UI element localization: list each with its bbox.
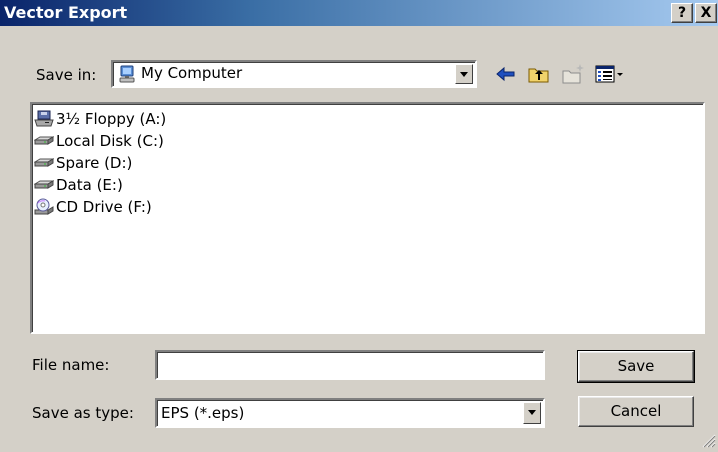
cancel-button[interactable]: Cancel [578,396,694,427]
computer-icon [118,65,136,83]
file-name-field[interactable] [155,350,545,380]
list-item-label: CD Drive (F:) [56,198,152,216]
window-title: Vector Export [4,3,128,22]
file-list[interactable]: 3½ Floppy (A:) Local Disk (C:) Spare (D:… [30,102,705,334]
hard-disk-icon [33,176,55,194]
save-in-dropdown[interactable]: My Computer [111,60,477,88]
list-item[interactable]: 3½ Floppy (A:) [34,108,166,130]
view-menu-icon[interactable] [594,62,626,86]
list-item[interactable]: CD Drive (F:) [34,196,152,218]
floppy-drive-icon [34,110,54,128]
chevron-down-icon[interactable] [523,402,541,424]
file-name-label: File name: [32,356,110,374]
chevron-down-icon[interactable] [455,64,473,84]
list-item-label: Spare (D:) [56,154,133,172]
save-in-value: My Computer [141,64,243,82]
hard-disk-icon [33,154,55,172]
list-item-label: Data (E:) [56,176,123,194]
close-button[interactable]: X [695,3,717,23]
save-as-type-label: Save as type: [32,404,134,422]
help-button[interactable]: ? [671,3,693,23]
list-item[interactable]: Data (E:) [33,174,123,196]
hard-disk-icon [33,132,55,150]
back-arrow-icon[interactable] [494,62,518,86]
list-item[interactable]: Spare (D:) [33,152,133,174]
save-button[interactable]: Save [577,350,695,383]
save-as-type-value: EPS (*.eps) [161,404,245,422]
resize-grip-icon[interactable] [700,432,716,448]
list-item[interactable]: Local Disk (C:) [33,130,164,152]
save-as-type-dropdown[interactable]: EPS (*.eps) [155,398,545,428]
list-item-label: Local Disk (C:) [56,132,164,150]
title-bar[interactable]: Vector Export ? X [0,0,718,26]
up-folder-icon[interactable] [527,62,551,86]
save-in-label: Save in: [36,66,97,84]
list-item-label: 3½ Floppy (A:) [56,110,167,128]
cd-drive-icon [34,198,54,216]
new-folder-icon[interactable] [561,62,585,86]
